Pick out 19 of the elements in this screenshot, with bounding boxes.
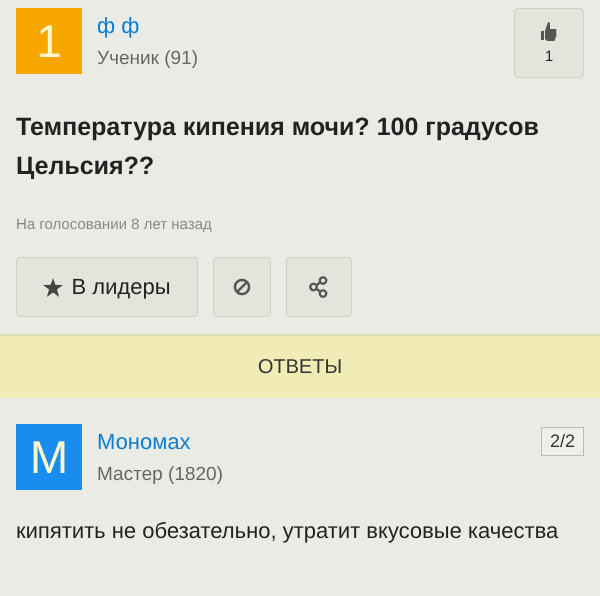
thumbs-up-icon [541, 22, 557, 44]
question-meta: На голосовании 8 лет назад [16, 216, 213, 233]
author-link[interactable]: ф ф [97, 14, 198, 38]
prohibited-icon [233, 278, 251, 296]
question-title: Температура кипения мочи? 100 градусов Цельсия?? [16, 112, 540, 182]
author-link[interactable]: Мономах [97, 430, 223, 454]
answer-text: кипятить не обезательно, утратит вкусовые качества [16, 517, 560, 545]
avatar: 1 [16, 8, 82, 74]
share-button[interactable] [286, 257, 352, 317]
answer-counter: 2/2 [540, 427, 584, 456]
author-rank: Мастер (1820) [97, 464, 223, 486]
answers-header: ОТВЕТЫ [0, 334, 600, 398]
avatar: М [16, 424, 82, 490]
star-icon [43, 278, 64, 296]
leader-button[interactable]: В лидеры [16, 257, 198, 317]
author-rank: Ученик (91) [97, 48, 198, 70]
like-button[interactable]: 1 [514, 8, 584, 78]
block-button[interactable] [213, 257, 271, 317]
share-icon [309, 276, 329, 298]
